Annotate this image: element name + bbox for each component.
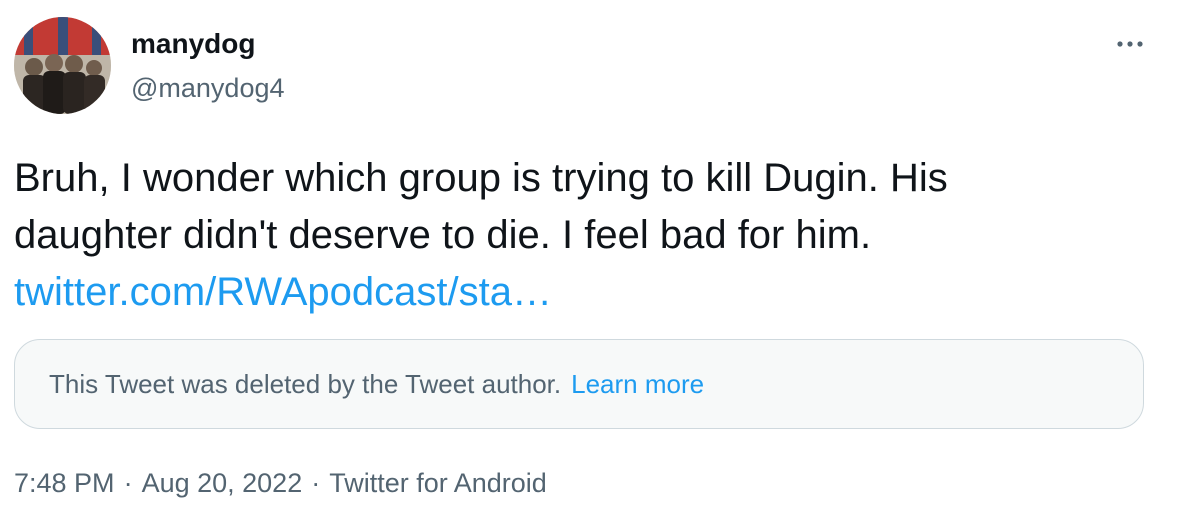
- tweet-date[interactable]: Aug 20, 2022: [142, 468, 303, 498]
- more-options-button[interactable]: [1110, 29, 1150, 59]
- tweet-header: manydog @manydog4: [14, 17, 1150, 115]
- author-display-name[interactable]: manydog: [131, 27, 285, 61]
- tweet-text-line: daughter didn't deserve to die. I feel b…: [14, 213, 872, 257]
- avatar[interactable]: [14, 17, 111, 114]
- tweet-link[interactable]: twitter.com/RWApodcast/sta…: [14, 270, 552, 314]
- tweet-source: Twitter for Android: [329, 468, 547, 498]
- tweet-meta: 7:48 PM · Aug 20, 2022 · Twitter for Android: [14, 466, 547, 500]
- tweet-time[interactable]: 7:48 PM: [14, 468, 115, 498]
- avatar-image: [14, 17, 111, 114]
- tweet-card: manydog @manydog4 Bruh, I wonder which g…: [0, 0, 1180, 528]
- learn-more-link[interactable]: Learn more: [571, 369, 704, 400]
- author-names: manydog @manydog4: [131, 27, 285, 105]
- deleted-message: This Tweet was deleted by the Tweet auth…: [49, 368, 562, 399]
- tweet-text-line: Bruh, I wonder which group is trying to …: [14, 156, 948, 200]
- tweet-text: Bruh, I wonder which group is trying to …: [14, 150, 1144, 321]
- meta-separator: ·: [123, 468, 133, 498]
- more-horizontal-icon: [1117, 41, 1143, 47]
- author-handle[interactable]: @manydog4: [131, 71, 285, 105]
- meta-separator: ·: [311, 468, 321, 498]
- deleted-quote-tweet: This Tweet was deleted by the Tweet auth…: [14, 339, 1144, 429]
